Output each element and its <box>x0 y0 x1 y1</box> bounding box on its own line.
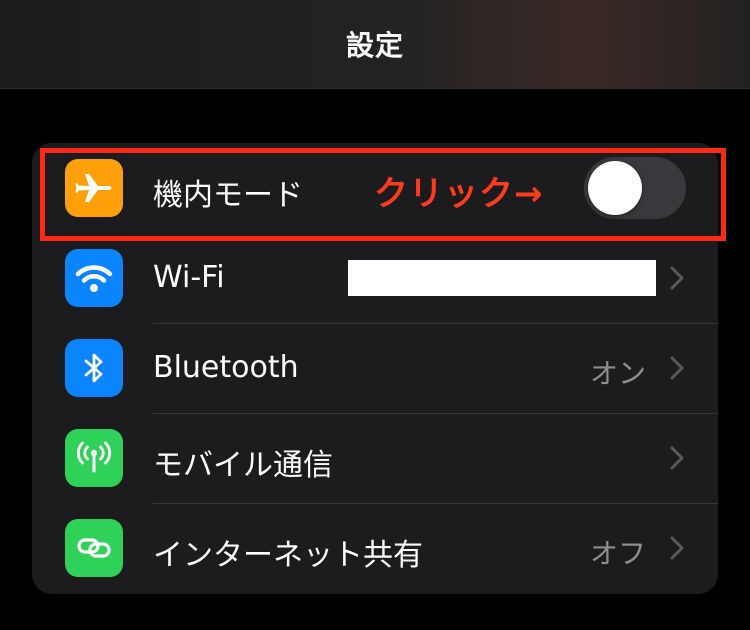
settings-row-personal-hotspot[interactable]: インターネット共有 オフ <box>32 503 718 593</box>
settings-row-mobile-data[interactable]: モバイル通信 <box>32 413 718 503</box>
settings-row-bluetooth[interactable]: Bluetooth オン <box>32 323 718 413</box>
chevron-right-icon <box>670 446 684 470</box>
antenna-icon <box>65 429 123 487</box>
wifi-icon <box>65 249 123 307</box>
chevron-right-icon <box>670 536 684 560</box>
navigation-bar: 設定 <box>0 0 750 89</box>
personal-hotspot-status: オフ <box>589 537 646 570</box>
click-annotation: クリック→ <box>374 174 544 214</box>
bluetooth-status: オン <box>589 357 646 390</box>
mobile-data-label: モバイル通信 <box>153 448 333 483</box>
chevron-right-icon <box>670 266 684 290</box>
page-title: 設定 <box>345 29 404 62</box>
wifi-label: Wi-Fi <box>153 260 225 295</box>
link-icon <box>65 519 123 577</box>
chevron-right-icon <box>670 356 684 380</box>
personal-hotspot-label: インターネット共有 <box>153 538 423 573</box>
settings-row-wifi[interactable]: Wi-Fi <box>32 233 718 323</box>
redacted-network-name <box>348 260 656 296</box>
bluetooth-icon <box>65 339 123 397</box>
bluetooth-label: Bluetooth <box>153 350 299 385</box>
